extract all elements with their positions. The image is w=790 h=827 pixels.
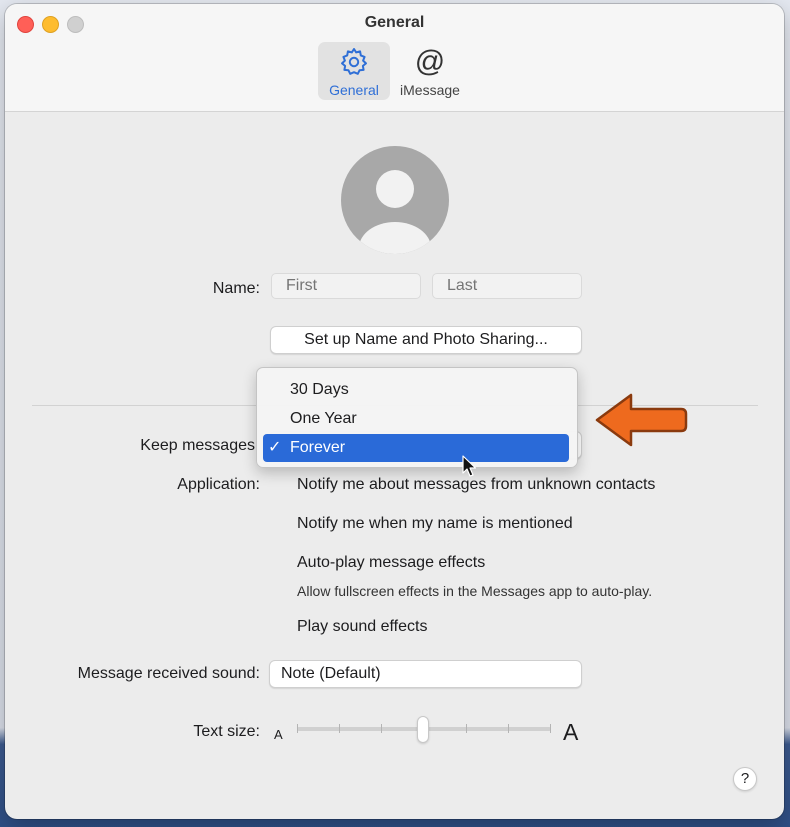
mouse-pointer-icon [462,455,477,477]
tab-imessage[interactable]: @ iMessage [393,42,467,100]
menu-item-30-days[interactable]: 30 Days [263,376,569,404]
text-size-label: Text size: [193,723,260,740]
slider-tick [339,724,340,733]
slider-tick [297,724,298,733]
tab-imessage-label: iMessage [400,82,460,98]
name-label: Name: [212,280,260,297]
tab-general-label: General [329,82,379,98]
notify-mentioned-option[interactable]: Notify me when my name is mentioned [297,515,573,533]
text-size-slider-knob[interactable] [417,716,429,743]
help-button[interactable]: ? [733,767,757,791]
checkmark-icon: ✓ [268,439,282,456]
application-label: Application: [177,476,260,493]
text-size-large-a: A [563,719,579,745]
keep-messages-label: Keep messages [140,437,255,454]
received-sound-popup[interactable]: Note (Default) [269,660,582,688]
slider-tick [508,724,509,733]
window-title: General [364,14,425,31]
annotation-arrow-icon [595,393,688,447]
menu-item-forever[interactable]: ✓ Forever [263,434,569,462]
title-bar: General General @ iMessage [5,4,784,112]
first-name-field[interactable] [271,273,421,299]
setup-name-photo-button[interactable]: Set up Name and Photo Sharing... [270,326,582,354]
keep-messages-menu: 30 Days One Year ✓ Forever [256,367,578,468]
menu-item-label: Forever [290,439,346,456]
last-name-field[interactable] [432,273,582,299]
text-size-small-a: A [274,727,283,742]
gear-icon [318,46,390,78]
autoplay-description: Allow fullscreen effects in the Messages… [297,583,653,599]
at-icon: @ [414,45,446,78]
menu-item-one-year[interactable]: One Year [263,405,569,433]
autoplay-effects-option[interactable]: Auto-play message effects [297,554,485,572]
play-sound-effects-option[interactable]: Play sound effects [297,618,427,636]
preferences-window: General General @ iMessage Name: First L… [5,4,784,819]
tab-general[interactable]: General [318,42,390,100]
person-icon [341,146,449,254]
menu-item-label: One Year [290,410,357,427]
slider-tick [466,724,467,733]
slider-tick [381,724,382,733]
avatar[interactable] [340,145,450,255]
slider-tick [550,724,551,733]
received-sound-label: Message received sound: [77,665,260,682]
menu-item-label: 30 Days [290,381,349,398]
